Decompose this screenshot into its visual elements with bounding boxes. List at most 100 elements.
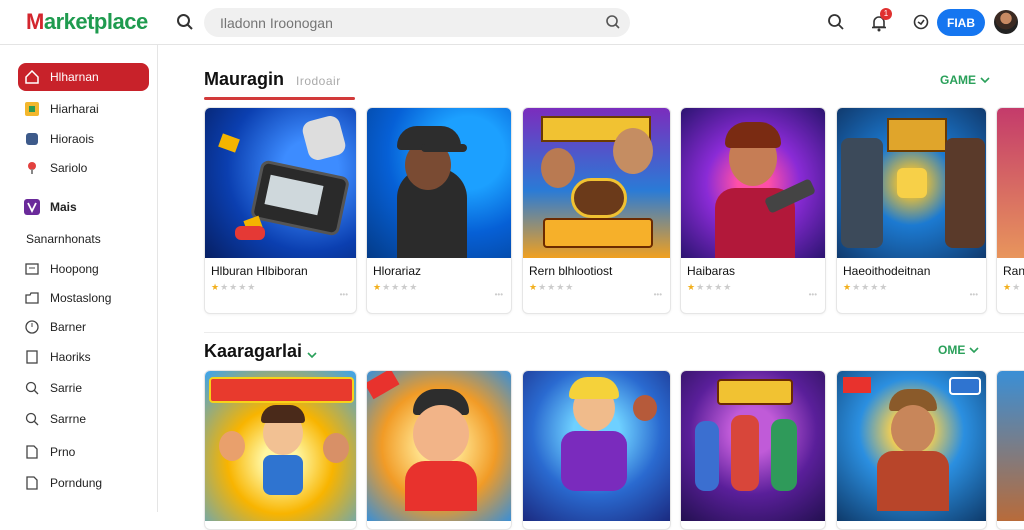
sidebar-item-saved[interactable]: Sariolo xyxy=(18,154,149,182)
search-icon[interactable] xyxy=(173,10,197,34)
search-icon[interactable] xyxy=(824,10,848,34)
sidebar-item-label: Porndung xyxy=(50,476,103,490)
pin-icon xyxy=(24,160,40,176)
section-underline xyxy=(204,97,355,100)
folder-icon xyxy=(24,290,40,306)
sidebar-item-categories[interactable]: Hiarharai xyxy=(18,95,149,123)
game-card[interactable]: Hlburan Hlbiboran ★★★★★ ••• xyxy=(204,107,357,314)
section-title: Kaaragarlai xyxy=(204,341,303,361)
game-title: Ras xyxy=(997,521,1024,529)
game-title: Hlburan Hlbiboran xyxy=(211,264,308,278)
sidebar-item-label: Sarrne xyxy=(50,412,87,426)
sidebar-item-label: Sarrie xyxy=(50,381,83,395)
primary-action-button[interactable]: FIAB xyxy=(937,9,985,36)
home-icon xyxy=(24,69,40,85)
more-icon[interactable]: ••• xyxy=(495,290,503,299)
game-card[interactable]: Haeoithodeitnan ★★★★★ ••• xyxy=(836,107,987,314)
game-card[interactable]: Cramany Nrlanongos xyxy=(836,370,987,530)
search-input[interactable] xyxy=(220,13,590,32)
game-thumbnail xyxy=(837,108,986,258)
sidebar-item-label: Mais xyxy=(50,200,77,214)
dot-icon xyxy=(24,131,40,147)
game-card[interactable]: Rarpaerrazbodolos xyxy=(680,370,826,530)
sidebar-subitem[interactable]: Hoopong xyxy=(18,255,149,283)
sidebar-subitem[interactable]: Mostaslong xyxy=(18,284,149,312)
notification-badge: 1 xyxy=(880,8,892,20)
more-icon[interactable]: ••• xyxy=(809,290,817,299)
see-more-link[interactable]: GAME xyxy=(940,73,990,87)
sidebar-item-brand[interactable]: Mais xyxy=(18,193,149,221)
game-thumbnail xyxy=(367,371,511,521)
sidebar: Hlharnan Hiarharai Hioraois Sariolo Mais… xyxy=(0,45,158,512)
section-divider xyxy=(204,332,1024,333)
chevron-down-icon[interactable] xyxy=(307,346,317,364)
rating-stars: ★★★★★ xyxy=(373,282,419,292)
doc-icon xyxy=(24,475,40,491)
rating-stars: ★★★★★ xyxy=(211,282,257,292)
app-logo[interactable]: Marketplace xyxy=(26,9,148,35)
game-card[interactable]: Rern blhlootiost ★★★★★ ••• xyxy=(522,107,671,314)
search-bar[interactable] xyxy=(204,8,630,37)
sidebar-subitem[interactable]: Barner xyxy=(18,313,149,341)
avatar[interactable] xyxy=(994,10,1018,34)
game-title: Canon 7 Hlerner xyxy=(367,521,511,529)
grid-icon xyxy=(24,101,40,117)
game-thumbnail xyxy=(523,108,670,258)
main-content: Mauragin Irodoair GAME Hlburan Hlbiboran… xyxy=(159,45,1024,530)
search-icon xyxy=(24,380,40,396)
doc-icon xyxy=(24,444,40,460)
more-icon[interactable]: ••• xyxy=(654,290,662,299)
game-thumbnail xyxy=(837,371,986,521)
game-title: Ran xyxy=(1003,264,1024,278)
see-more-label: GAME xyxy=(940,73,976,87)
sidebar-subitem[interactable]: Sarrne xyxy=(18,405,149,433)
sidebar-subitem[interactable]: Prno xyxy=(18,438,149,466)
sidebar-item-label: Barner xyxy=(50,320,87,334)
image-icon xyxy=(24,261,40,277)
sidebar-subitem[interactable]: Haoriks xyxy=(18,343,149,371)
game-card[interactable]: Hlorariaz ★★★★★ ••• xyxy=(366,107,512,314)
see-more-link[interactable]: OME xyxy=(938,343,979,357)
sidebar-item-label: Mostaslong xyxy=(50,291,112,305)
see-more-label: OME xyxy=(938,343,966,357)
game-card[interactable]: Haibaras ★★★★★ ••• xyxy=(680,107,826,314)
game-title: Haibaras xyxy=(687,264,736,278)
sidebar-item-label: Prno xyxy=(50,445,76,459)
more-icon[interactable]: ••• xyxy=(340,290,348,299)
game-thumbnail xyxy=(205,371,356,521)
game-title: Rern blhlootiost xyxy=(529,264,613,278)
sidebar-item-trending[interactable]: Hioraois xyxy=(18,125,149,153)
game-card[interactable]: Saraaneil frierelerlors xyxy=(522,370,671,530)
game-thumbnail xyxy=(997,108,1024,258)
game-title: Karoulakn Hlamberioraoia xyxy=(205,521,356,529)
search-submit-icon[interactable] xyxy=(604,11,622,38)
top-bar: Marketplace 1 FIAB xyxy=(0,0,1024,45)
more-icon[interactable]: ••• xyxy=(970,290,978,299)
brand-icon xyxy=(24,199,40,215)
sidebar-item-label: Sariolo xyxy=(50,161,88,175)
game-thumbnail xyxy=(681,371,825,521)
card-icon xyxy=(24,349,40,365)
sidebar-section-heading: Sanarnhonats xyxy=(26,232,101,246)
game-title: Cramany Nrlanongos xyxy=(837,521,986,529)
sidebar-item-label: Hioraois xyxy=(50,132,95,146)
sidebar-subitem[interactable]: Sarrie xyxy=(18,374,149,402)
clock-icon xyxy=(24,319,40,335)
refresh-icon[interactable] xyxy=(909,10,933,34)
sidebar-subitem[interactable]: Porndung xyxy=(18,469,149,497)
rating-stars: ★★★★★ xyxy=(529,282,575,292)
game-card[interactable]: Ran ★★ xyxy=(996,107,1024,314)
game-title: Saraaneil frierelerlors xyxy=(523,521,670,529)
section-subtitle: Irodoair xyxy=(296,74,341,88)
game-card[interactable]: Karoulakn Hlamberioraoia xyxy=(204,370,357,530)
game-card[interactable]: Canon 7 Hlerner xyxy=(366,370,512,530)
sidebar-item-label: Hoopong xyxy=(50,262,99,276)
sidebar-item-label: Hlharnan xyxy=(50,70,99,84)
rating-stars: ★★ xyxy=(1003,282,1022,292)
chevron-down-icon xyxy=(980,77,990,84)
sidebar-item-home[interactable]: Hlharnan xyxy=(18,63,149,91)
chevron-down-icon xyxy=(969,347,979,354)
game-thumbnail xyxy=(997,371,1024,521)
rating-stars: ★★★★★ xyxy=(843,282,889,292)
game-card[interactable]: Ras xyxy=(996,370,1024,530)
